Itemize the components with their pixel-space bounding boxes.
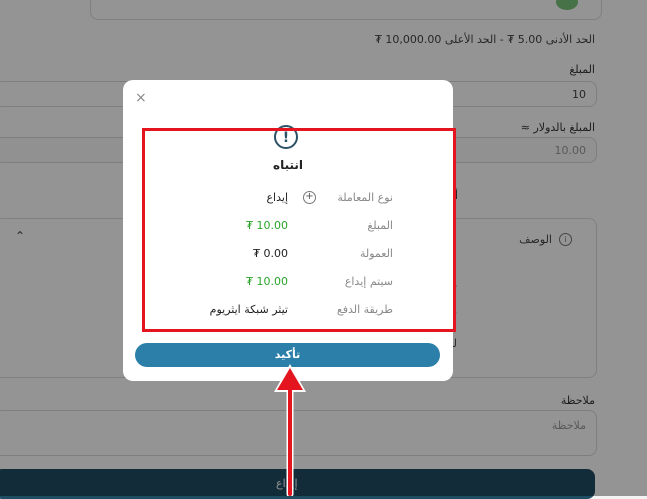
close-icon[interactable]: × — [135, 90, 147, 106]
arrow-annotation-icon — [274, 364, 306, 496]
highlight-box — [142, 128, 456, 332]
